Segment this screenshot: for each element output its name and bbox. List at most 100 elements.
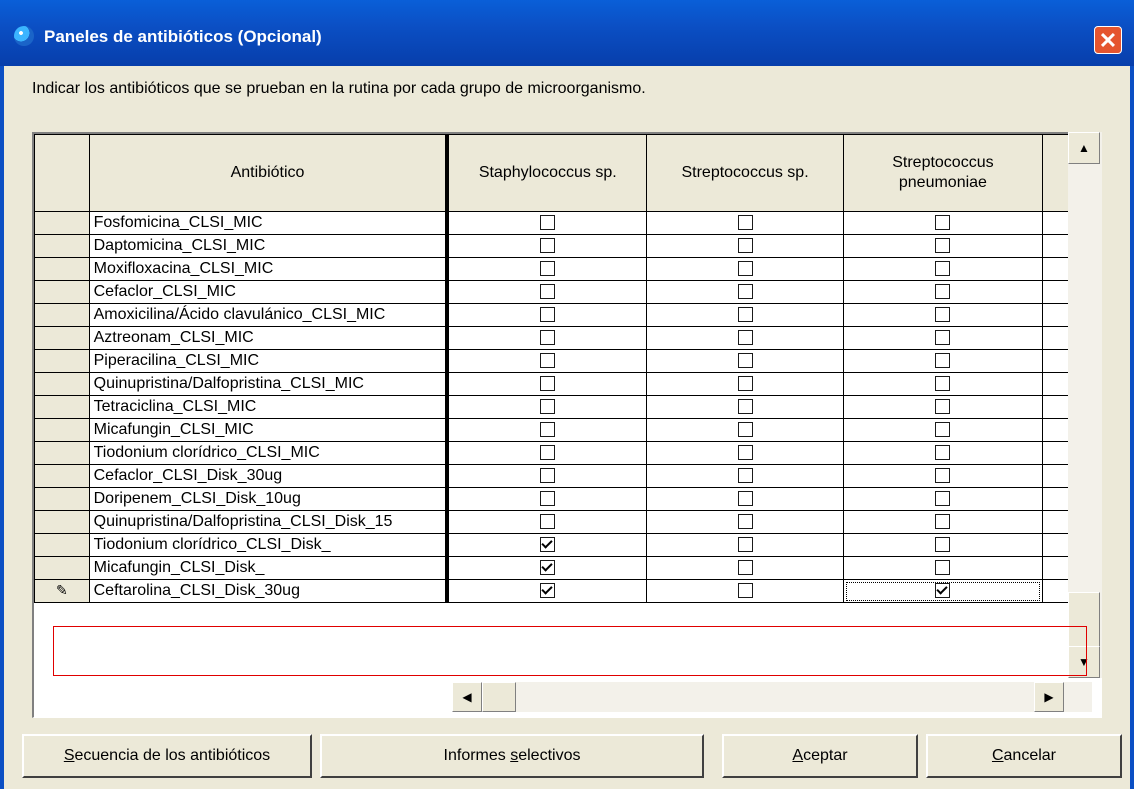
table-row[interactable]: Cefaclor_CLSI_MIC xyxy=(34,280,1101,304)
antibiotic-name-cell[interactable]: Daptomicina_CLSI_MIC xyxy=(88,234,448,258)
scroll-up-button[interactable]: ▲ xyxy=(1068,132,1100,164)
antibiotic-name-cell[interactable]: Tiodonium clorídrico_CLSI_Disk_ xyxy=(88,533,448,557)
checkbox-cell[interactable] xyxy=(843,487,1043,511)
row-selector[interactable] xyxy=(34,349,90,373)
antibiotic-name-cell[interactable]: Cefaclor_CLSI_Disk_30ug xyxy=(88,464,448,488)
checkbox-cell[interactable] xyxy=(445,487,648,511)
checkbox-checked[interactable] xyxy=(935,583,951,599)
checkbox-unchecked[interactable] xyxy=(737,238,753,254)
checkbox-cell[interactable] xyxy=(646,418,844,442)
checkbox-unchecked[interactable] xyxy=(737,353,753,369)
vertical-scroll-thumb[interactable] xyxy=(1068,592,1100,650)
table-row[interactable]: Tiodonium clorídrico_CLSI_Disk_ xyxy=(34,533,1101,557)
checkbox-cell[interactable] xyxy=(445,326,648,350)
checkbox-cell[interactable] xyxy=(646,487,844,511)
horizontal-scrollbar[interactable]: ◀ ▶ xyxy=(452,682,1092,712)
checkbox-cell[interactable] xyxy=(646,349,844,373)
checkbox-unchecked[interactable] xyxy=(737,514,753,530)
checkbox-unchecked[interactable] xyxy=(737,583,753,599)
checkbox-cell[interactable] xyxy=(646,579,844,603)
checkbox-checked[interactable] xyxy=(540,583,556,599)
checkbox-cell[interactable] xyxy=(843,234,1043,258)
checkbox-unchecked[interactable] xyxy=(540,261,556,277)
checkbox-unchecked[interactable] xyxy=(935,422,951,438)
row-selector[interactable] xyxy=(34,303,90,327)
row-selector[interactable] xyxy=(34,280,90,304)
checkbox-cell[interactable] xyxy=(843,556,1043,580)
antibiotic-name-cell[interactable]: Quinupristina/Dalfopristina_CLSI_MIC xyxy=(88,372,448,396)
checkbox-unchecked[interactable] xyxy=(737,491,753,507)
row-selector[interactable] xyxy=(34,418,90,442)
checkbox-cell[interactable] xyxy=(445,257,648,281)
checkbox-unchecked[interactable] xyxy=(935,284,951,300)
checkbox-unchecked[interactable] xyxy=(935,445,951,461)
antibiotic-name-cell[interactable]: Micafungin_CLSI_MIC xyxy=(88,418,448,442)
checkbox-unchecked[interactable] xyxy=(737,376,753,392)
row-selector[interactable] xyxy=(34,234,90,258)
antibiotic-name-cell[interactable]: Fosfomicina_CLSI_MIC xyxy=(88,211,448,235)
cancel-button[interactable]: Cancelar xyxy=(926,734,1122,778)
checkbox-unchecked[interactable] xyxy=(737,468,753,484)
checkbox-checked[interactable] xyxy=(540,560,556,576)
row-selector[interactable]: ✎ xyxy=(34,579,90,603)
checkbox-unchecked[interactable] xyxy=(935,330,951,346)
checkbox-unchecked[interactable] xyxy=(935,215,951,231)
checkbox-unchecked[interactable] xyxy=(737,560,753,576)
checkbox-cell[interactable] xyxy=(445,579,648,603)
checkbox-cell[interactable] xyxy=(843,418,1043,442)
table-row[interactable]: Quinupristina/Dalfopristina_CLSI_MIC xyxy=(34,372,1101,396)
checkbox-cell[interactable] xyxy=(646,464,844,488)
column-header-staphylococcus[interactable]: Staphylococcus sp. xyxy=(445,134,648,212)
checkbox-unchecked[interactable] xyxy=(540,238,556,254)
row-selector[interactable] xyxy=(34,487,90,511)
checkbox-unchecked[interactable] xyxy=(935,307,951,323)
table-row[interactable]: Piperacilina_CLSI_MIC xyxy=(34,349,1101,373)
antibiotic-name-cell[interactable]: Doripenem_CLSI_Disk_10ug xyxy=(88,487,448,511)
checkbox-unchecked[interactable] xyxy=(737,422,753,438)
antibiotic-name-cell[interactable]: Aztreonam_CLSI_MIC xyxy=(88,326,448,350)
close-button[interactable]: ✕ xyxy=(1094,26,1122,54)
checkbox-unchecked[interactable] xyxy=(935,560,951,576)
checkbox-cell[interactable] xyxy=(646,234,844,258)
table-row[interactable]: Daptomicina_CLSI_MIC xyxy=(34,234,1101,258)
row-selector[interactable] xyxy=(34,441,90,465)
antibiotic-name-cell[interactable]: Cefaclor_CLSI_MIC xyxy=(88,280,448,304)
checkbox-cell[interactable] xyxy=(646,303,844,327)
checkbox-cell[interactable] xyxy=(843,533,1043,557)
checkbox-cell[interactable] xyxy=(445,510,648,534)
antibiotic-name-cell[interactable]: Micafungin_CLSI_Disk_ xyxy=(88,556,448,580)
checkbox-cell[interactable] xyxy=(646,211,844,235)
row-selector[interactable] xyxy=(34,533,90,557)
checkbox-cell[interactable] xyxy=(843,464,1043,488)
checkbox-cell[interactable] xyxy=(445,349,648,373)
checkbox-cell[interactable] xyxy=(843,257,1043,281)
antibiotic-name-cell[interactable]: Ceftarolina_CLSI_Disk_30ug xyxy=(88,579,448,603)
checkbox-cell[interactable] xyxy=(843,326,1043,350)
checkbox-cell[interactable] xyxy=(646,533,844,557)
table-row[interactable]: Tiodonium clorídrico_CLSI_MIC xyxy=(34,441,1101,465)
checkbox-unchecked[interactable] xyxy=(540,353,556,369)
horizontal-scroll-thumb[interactable] xyxy=(482,682,516,712)
checkbox-cell[interactable] xyxy=(646,326,844,350)
table-row[interactable]: Micafungin_CLSI_Disk_ xyxy=(34,556,1101,580)
checkbox-unchecked[interactable] xyxy=(540,422,556,438)
accept-button[interactable]: Aceptar xyxy=(722,734,918,778)
scroll-left-button[interactable]: ◀ xyxy=(452,682,482,712)
row-selector[interactable] xyxy=(34,556,90,580)
antibiotic-name-cell[interactable]: Amoxicilina/Ácido clavulánico_CLSI_MIC xyxy=(88,303,448,327)
checkbox-cell[interactable] xyxy=(445,372,648,396)
checkbox-cell[interactable] xyxy=(843,395,1043,419)
checkbox-unchecked[interactable] xyxy=(540,330,556,346)
checkbox-checked[interactable] xyxy=(540,537,556,553)
checkbox-unchecked[interactable] xyxy=(540,376,556,392)
row-selector[interactable] xyxy=(34,326,90,350)
checkbox-cell[interactable] xyxy=(646,395,844,419)
table-row[interactable]: Micafungin_CLSI_MIC xyxy=(34,418,1101,442)
checkbox-unchecked[interactable] xyxy=(737,330,753,346)
row-selector[interactable] xyxy=(34,395,90,419)
checkbox-cell[interactable] xyxy=(445,280,648,304)
checkbox-unchecked[interactable] xyxy=(737,261,753,277)
checkbox-cell[interactable] xyxy=(445,533,648,557)
checkbox-cell[interactable] xyxy=(843,211,1043,235)
checkbox-unchecked[interactable] xyxy=(935,399,951,415)
